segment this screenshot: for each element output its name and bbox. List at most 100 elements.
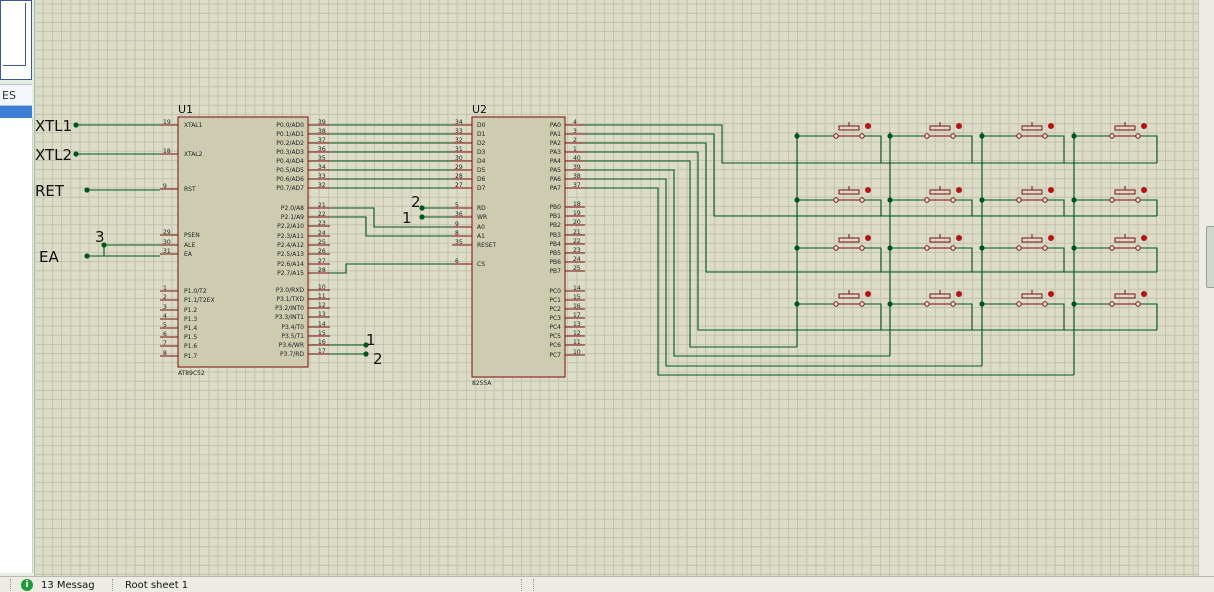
overview-preview[interactable] (0, 0, 32, 80)
u1-pin-num: 1 (163, 285, 167, 292)
u1-pin-num: 19 (163, 119, 171, 126)
vertical-scrollbar[interactable] (1198, 0, 1214, 576)
marker-p36-1: 1 (366, 331, 376, 349)
u2-pin-name: PA0 (550, 122, 561, 129)
u2-chip[interactable]: U28255AD034D133D232D331D430D529D628D727R… (452, 103, 585, 387)
device-list[interactable] (0, 118, 33, 573)
u2-pin-num: 4 (573, 119, 577, 126)
u2-pin-name: PA5 (550, 167, 561, 174)
u1-pin-name: P3.4/T0 (281, 324, 304, 331)
left-panel: ES (0, 0, 35, 576)
status-bar: i 13 Messag Root sheet 1 (0, 576, 1214, 592)
u1-pin-name: P1.6 (184, 343, 197, 350)
u1-part: AT89C52 (178, 370, 205, 377)
scroll-thumb[interactable] (1206, 226, 1214, 288)
u2-pin-num: 25 (573, 265, 581, 272)
u2-pin-name: D3 (477, 149, 486, 156)
u1-pin-name: ALE (184, 242, 195, 249)
key-red-dot (956, 187, 962, 193)
key-red-dot (1141, 291, 1147, 297)
u1-pin-num: 14 (318, 321, 326, 328)
u2-pin-num: 2 (573, 137, 577, 144)
u2-pin-name: PA7 (550, 185, 561, 192)
u1-pin-name: P1.0/T2 (184, 288, 207, 295)
key-red-dot (1048, 123, 1054, 129)
u2-pin-name: PB2 (549, 222, 561, 229)
u1-pin-name: P3.5/T1 (281, 333, 304, 340)
key-red-dot (1141, 235, 1147, 241)
schematic-canvas[interactable]: U1AT89C52XTAL119XTAL218RST9PSEN29ALE30EA… (34, 0, 1198, 576)
u2-pin-num: 32 (455, 137, 463, 144)
u1-pin-name: P1.3 (184, 316, 197, 323)
u2-pin-num: 11 (573, 339, 581, 346)
u1-pin-num: 37 (318, 137, 326, 144)
u1-pin-num: 17 (318, 348, 326, 355)
key-red-dot (1048, 235, 1054, 241)
u2-pin-num: 19 (573, 210, 581, 217)
net-label-ret: RET (35, 182, 65, 200)
u1-pin-name: P2.7/A15 (277, 270, 304, 277)
u2-pin-name: CS (477, 261, 485, 268)
u2-pin-num: 6 (455, 258, 459, 265)
sheet-name: Root sheet 1 (125, 580, 189, 591)
u1-pin-num: 2 (163, 294, 167, 301)
u2-pin-name: PC7 (549, 352, 561, 359)
key-red-dot (1141, 123, 1147, 129)
u2-pin-name: PC2 (549, 306, 561, 313)
u2-pin-name: PC1 (549, 297, 561, 304)
u2-pin-name: PC0 (549, 288, 561, 295)
u2-part: 8255A (472, 380, 492, 387)
u2-pin-name: PA3 (550, 149, 561, 156)
u2-pin-num: 16 (573, 303, 581, 310)
key-red-dot (1048, 187, 1054, 193)
u2-pin-name: A0 (477, 224, 485, 231)
junction-dot (73, 122, 79, 128)
u1-pin-num: 16 (318, 339, 326, 346)
devices-tab[interactable]: ES (0, 84, 32, 106)
selected-device-item[interactable] (0, 106, 32, 118)
u2-pin-num: 22 (573, 238, 581, 245)
u1-ref: U1 (178, 103, 193, 116)
messages-count[interactable]: 13 Messag (41, 580, 95, 591)
u2-pin-num: 9 (455, 221, 459, 228)
u1-chip[interactable]: U1AT89C52XTAL119XTAL218RST9PSEN29ALE30EA… (160, 103, 330, 377)
u2-pin-num: 36 (455, 211, 463, 218)
u1-pin-num: 13 (318, 311, 326, 318)
u2-pin-name: PB7 (549, 268, 561, 275)
u1-pin-name: P0.5/AD5 (276, 167, 304, 174)
info-icon[interactable]: i (21, 579, 33, 591)
u2-pin-name: WR (477, 214, 487, 221)
u1-pin-num: 10 (318, 284, 326, 291)
u2-pin-num: 20 (573, 219, 581, 226)
u2-pin-name: PC4 (549, 324, 561, 331)
key-red-dot (1141, 187, 1147, 193)
u1-pin-name: P2.5/A13 (277, 251, 304, 258)
u1-pin-num: 29 (163, 229, 171, 236)
u2-pin-num: 14 (573, 285, 581, 292)
marker-p37-2: 2 (373, 350, 383, 368)
u2-pin-num: 35 (455, 239, 463, 246)
u2-pin-name: PC3 (549, 315, 561, 322)
u2-pin-name: PA6 (550, 176, 561, 183)
junction-dot (73, 151, 79, 157)
u1-pin-num: 39 (318, 119, 326, 126)
u1-pin-name: P0.2/AD2 (276, 140, 304, 147)
u2-pin-name: D4 (477, 158, 486, 165)
u1-pin-num: 24 (318, 230, 326, 237)
u1-pin-num: 26 (318, 248, 326, 255)
u1-pin-num: 7 (163, 340, 167, 347)
u1-pin-num: 9 (163, 183, 167, 190)
u2-pin-num: 34 (455, 119, 463, 126)
u2-pin-name: PB4 (549, 241, 561, 248)
u1-pin-name: P1.4 (184, 325, 197, 332)
u1-pin-name: P0.0/AD0 (276, 122, 304, 129)
u1-pin-name: P2.3/A11 (277, 233, 304, 240)
u1-pin-name: P3.1/TXD (276, 296, 304, 303)
u1-pin-name: PSEN (184, 232, 200, 239)
marker-wr-1: 1 (402, 209, 412, 227)
u1-pin-num: 33 (318, 173, 326, 180)
u1-pin-name: XTAL1 (184, 122, 203, 129)
key-red-dot (1048, 291, 1054, 297)
u1-pin-name: P2.2/A10 (277, 223, 304, 230)
key-red-dot (956, 291, 962, 297)
